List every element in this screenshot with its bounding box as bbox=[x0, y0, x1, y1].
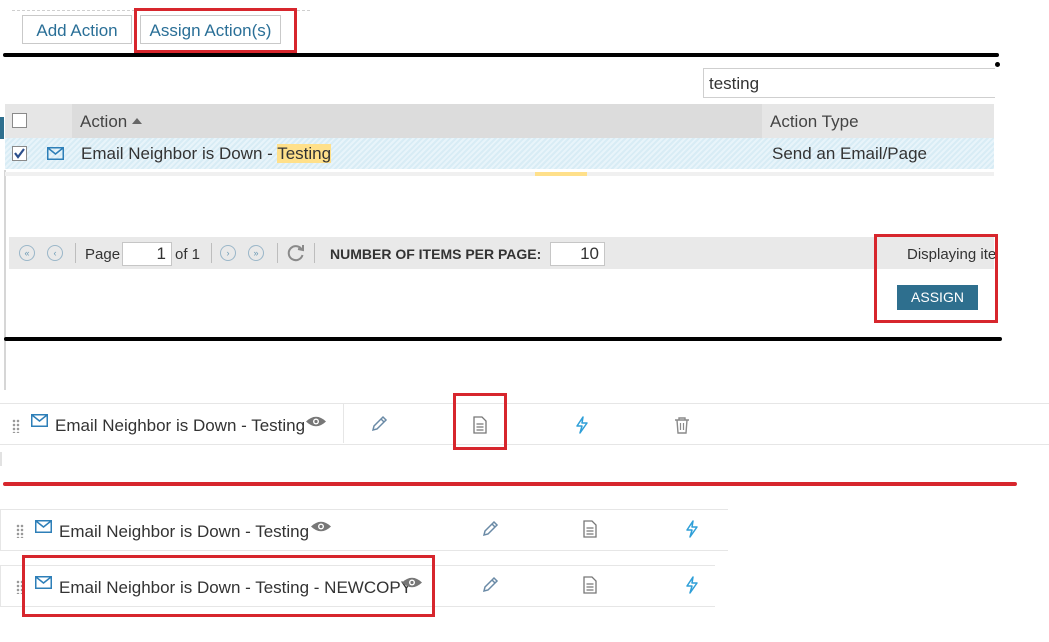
items-per-page-label: NUMBER OF ITEMS PER PAGE: bbox=[330, 246, 542, 262]
page-number-input[interactable]: 1 bbox=[122, 242, 172, 266]
lightning-icon[interactable] bbox=[685, 520, 699, 538]
assigned-action-name: Email Neighbor is Down - Testing bbox=[55, 416, 306, 435]
lightning-icon[interactable] bbox=[685, 576, 699, 594]
annotation-dot bbox=[995, 62, 1000, 67]
pager-separator bbox=[75, 243, 76, 263]
annotation-box-newcopy bbox=[22, 555, 435, 617]
pager-separator bbox=[211, 243, 212, 263]
annotation-box-assign-button bbox=[874, 234, 998, 323]
pencil-icon[interactable] bbox=[481, 520, 499, 538]
page-label: Page bbox=[85, 246, 121, 263]
row-action-name-prefix: Email Neighbor is Down - bbox=[81, 144, 278, 163]
next-page-icon[interactable]: › bbox=[220, 245, 236, 261]
search-value: testing bbox=[709, 74, 760, 93]
drag-handle-icon[interactable] bbox=[16, 524, 24, 538]
pager-separator bbox=[314, 243, 315, 263]
annotation-box-assign bbox=[134, 8, 297, 53]
pager-bar: « ‹ Page 1 of 1 › » NUMBER OF ITEMS PER … bbox=[9, 237, 996, 269]
search-match-highlight: Testing bbox=[277, 144, 332, 163]
action-column-label: Action bbox=[80, 112, 128, 131]
pencil-icon[interactable] bbox=[481, 576, 499, 594]
panel-left-border bbox=[4, 170, 6, 390]
lightning-icon[interactable] bbox=[575, 416, 589, 434]
envelope-icon bbox=[31, 414, 48, 427]
annotation-separator-line bbox=[3, 482, 1017, 486]
row-action-name: Email Neighbor is Down - Testing bbox=[81, 144, 332, 164]
action-type-column-label[interactable]: Action Type bbox=[770, 112, 859, 132]
last-page-icon[interactable]: » bbox=[248, 245, 264, 261]
row-action-type: Send an Email/Page bbox=[772, 144, 927, 163]
list-left-border bbox=[0, 452, 2, 466]
sort-ascending-icon bbox=[132, 118, 142, 124]
envelope-icon bbox=[47, 147, 64, 160]
document-copy-icon[interactable] bbox=[583, 520, 597, 538]
pager-separator bbox=[277, 243, 278, 263]
annotation-line-top bbox=[3, 53, 999, 57]
table-row[interactable]: Email Neighbor is Down - Testing Send an… bbox=[5, 138, 994, 169]
previous-page-icon[interactable]: ‹ bbox=[47, 245, 63, 261]
trash-icon[interactable] bbox=[674, 416, 690, 434]
eye-icon[interactable] bbox=[310, 520, 332, 533]
row-divider bbox=[5, 172, 994, 176]
action-column-header[interactable]: Action bbox=[72, 104, 762, 138]
document-copy-icon[interactable] bbox=[583, 576, 597, 594]
panel-edge bbox=[0, 117, 4, 139]
search-input[interactable]: testing bbox=[703, 68, 995, 98]
envelope-icon bbox=[35, 520, 52, 533]
drag-handle-icon[interactable] bbox=[12, 419, 20, 433]
grid-header: Action Action Type bbox=[5, 104, 994, 138]
annotation-line-bottom bbox=[4, 337, 1002, 341]
first-page-icon[interactable]: « bbox=[19, 245, 35, 261]
items-per-page-input[interactable]: 10 bbox=[550, 242, 605, 266]
eye-icon[interactable] bbox=[305, 415, 327, 428]
row-highlight-fragment bbox=[535, 172, 587, 176]
annotation-box-copy bbox=[453, 393, 507, 450]
assigned-action-name: Email Neighbor is Down - Testing bbox=[59, 522, 310, 541]
row-checkbox[interactable] bbox=[12, 146, 27, 161]
pencil-icon[interactable] bbox=[370, 415, 388, 433]
refresh-icon[interactable] bbox=[286, 243, 306, 263]
page-count: of 1 bbox=[175, 246, 201, 263]
select-all-checkbox[interactable] bbox=[12, 113, 27, 128]
add-action-button[interactable]: Add Action bbox=[22, 15, 132, 44]
